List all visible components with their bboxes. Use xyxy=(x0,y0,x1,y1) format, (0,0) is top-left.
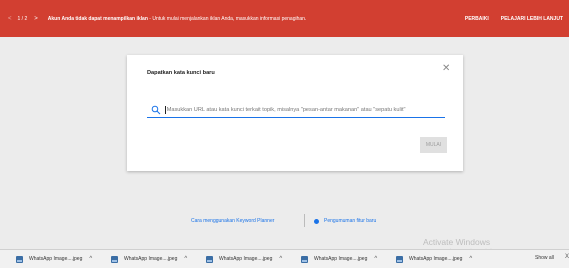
announcement-dot-icon xyxy=(314,218,319,224)
download-item[interactable]: WhatsApp Image....jpeg ^ xyxy=(190,255,285,263)
next-alert-button[interactable]: > xyxy=(34,16,38,22)
download-filename: WhatsApp Image....jpeg xyxy=(409,256,463,262)
download-filename: WhatsApp Image....jpeg xyxy=(29,256,83,262)
search-input[interactable] xyxy=(166,107,445,113)
search-field[interactable] xyxy=(147,103,445,118)
text-caret xyxy=(164,106,166,114)
image-file-icon xyxy=(111,255,118,263)
alert-bar: < 1 / 2 > Akun Anda tidak dapat menampil… xyxy=(0,0,569,37)
chevron-up-icon[interactable]: ^ xyxy=(89,256,92,262)
show-all-button[interactable]: Show all xyxy=(535,255,554,261)
start-button[interactable]: MULAI xyxy=(420,137,447,153)
image-file-icon xyxy=(16,255,23,263)
alert-page-count: 1 / 2 xyxy=(17,15,28,22)
download-filename: WhatsApp Image....jpeg xyxy=(314,256,368,262)
alert-message-bold: Akun Anda tidak dapat menampilkan iklan xyxy=(47,15,148,22)
announcement-label: Pengumuman fitur baru xyxy=(324,218,377,224)
image-file-icon xyxy=(396,255,403,263)
links-divider xyxy=(304,214,305,227)
download-filename: WhatsApp Image....jpeg xyxy=(124,256,178,262)
download-item[interactable]: WhatsApp Image....jpeg ^ xyxy=(285,255,380,263)
keyword-planner-help-link[interactable]: Cara menggunakan Keyword Planner xyxy=(191,218,274,224)
download-item[interactable]: WhatsApp Image....jpeg ^ xyxy=(0,255,95,263)
previous-alert-button[interactable]: < xyxy=(8,16,12,22)
close-icon[interactable]: ✕ xyxy=(442,64,450,74)
alert-nav: < 1 / 2 > xyxy=(8,16,48,22)
feature-announcement-link[interactable]: Pengumuman fitur baru xyxy=(314,218,376,224)
keyword-dialog: Dapatkan kata kunci baru ✕ MULAI xyxy=(127,55,463,171)
fix-button[interactable]: PERBAIKI xyxy=(465,16,489,22)
image-file-icon xyxy=(301,255,308,263)
search-icon xyxy=(151,105,161,115)
image-file-icon xyxy=(206,255,213,263)
alert-actions: PERBAIKI PELAJARI LEBIH LANJUT xyxy=(453,0,563,37)
alert-message: Akun Anda tidak dapat menampilkan iklan … xyxy=(48,16,307,22)
learn-more-button[interactable]: PELAJARI LEBIH LANJUT xyxy=(501,16,563,22)
watermark-title: Activate Windows xyxy=(423,237,491,247)
download-item[interactable]: WhatsApp Image....jpeg ^ xyxy=(380,255,475,263)
download-filename: WhatsApp Image....jpeg xyxy=(219,256,273,262)
chevron-up-icon[interactable]: ^ xyxy=(184,256,187,262)
alert-message-rest: - Untuk mulai menjalankan iklan Anda, ma… xyxy=(147,15,307,22)
chevron-up-icon[interactable]: ^ xyxy=(469,256,472,262)
chevron-up-icon[interactable]: ^ xyxy=(279,256,282,262)
dialog-title: Dapatkan kata kunci baru xyxy=(147,70,215,76)
download-bar: WhatsApp Image....jpeg ^ WhatsApp Image.… xyxy=(0,249,569,268)
close-icon[interactable]: X xyxy=(565,254,569,260)
chevron-up-icon[interactable]: ^ xyxy=(374,256,377,262)
download-item[interactable]: WhatsApp Image....jpeg ^ xyxy=(95,255,190,263)
